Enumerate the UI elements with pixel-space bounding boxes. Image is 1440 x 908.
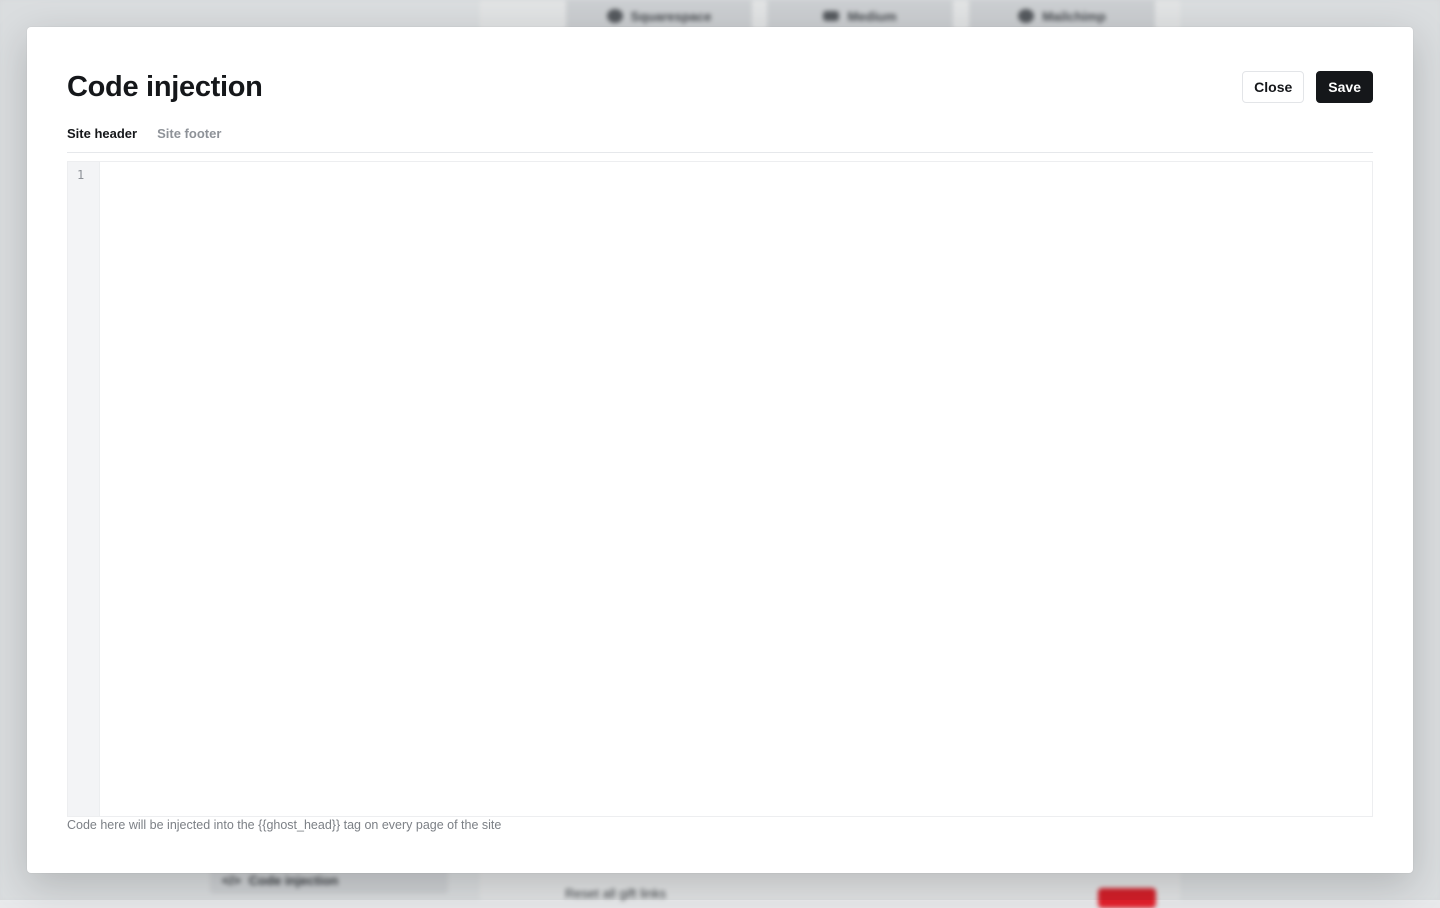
code-editor[interactable]: 1 — [67, 161, 1373, 817]
close-button[interactable]: Close — [1242, 71, 1304, 103]
modal-header: Code injection Close Save — [67, 67, 1373, 107]
code-injection-modal: Code injection Close Save Site header Si… — [27, 27, 1413, 873]
page-title: Code injection — [67, 70, 263, 104]
save-button[interactable]: Save — [1316, 71, 1373, 103]
tab-site-footer[interactable]: Site footer — [157, 123, 221, 152]
header-actions: Close Save — [1242, 71, 1373, 103]
tab-site-header[interactable]: Site header — [67, 123, 137, 152]
tab-bar: Site header Site footer — [67, 123, 1373, 153]
code-input-area[interactable] — [100, 162, 1372, 816]
line-number: 1 — [77, 168, 99, 182]
editor-hint-text: Code here will be injected into the {{gh… — [67, 818, 501, 832]
line-number-gutter: 1 — [68, 162, 100, 816]
